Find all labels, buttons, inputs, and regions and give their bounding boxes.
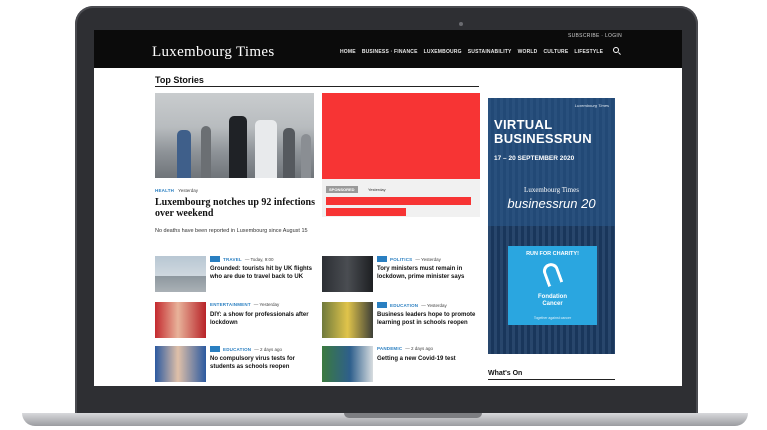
nav-item-world[interactable]: WORLD [518,49,538,55]
ad-headline-bar [326,208,406,216]
story-headline[interactable]: Tory ministers must remain in lockdown, … [377,265,485,281]
category-label[interactable]: HEALTH [155,188,174,193]
story-meta: TRAVEL — Today, 9:00 [210,256,273,262]
laptop-base [22,413,748,426]
story-item[interactable]: EDUCATION — Yesterday Business leaders h… [322,302,482,342]
figure [229,116,247,178]
banner-title-line: BUSINESSRUN [494,131,592,146]
category-label[interactable]: ENTERTAINMENT [210,302,251,307]
banner-title-line: VIRTUAL [494,117,553,132]
date-label: Yesterday [178,188,198,193]
sponsored-badge: SPONSORED [326,186,358,193]
story-thumbnail [322,346,373,382]
lead-story-summary: No deaths have been reported in Luxembou… [155,228,308,234]
figure [201,126,211,178]
date-label: — Yesterday [415,256,441,262]
story-thumbnail [322,302,373,338]
search-icon[interactable] [613,47,619,53]
whats-on-heading: What's On [488,370,523,377]
category-badge-icon [210,346,220,352]
main-nav: HOME BUSINESS · FINANCE LUXEMBOURG SUSTA… [340,49,603,55]
category-badge-icon [377,256,387,262]
charity-footer: Together against cancer [533,316,572,320]
banner-title: VIRTUAL BUSINESSRUN [494,118,592,146]
charity-org-line: Fondation [538,294,567,300]
lead-story-image[interactable] [155,93,314,178]
site-logo[interactable]: Luxembourg Times [152,44,274,61]
story-meta: PANDEMIC — 2 days ago [377,346,433,351]
story-headline[interactable]: Business leaders hope to promote learnin… [377,311,485,327]
nav-item-luxembourg[interactable]: LUXEMBOURG [424,49,462,55]
figure [255,120,277,178]
banner-small-logo: Luxembourg Times [574,103,609,108]
laptop-notch [344,413,482,418]
date-label: — 2 days ago [405,346,434,351]
charity-org-line: Cancer [542,301,563,307]
section-divider [155,86,479,87]
nav-item-lifestyle[interactable]: LIFESTYLE [574,49,603,55]
banner-businessrun-logo: businessrun 20 [507,196,596,211]
businessrun-banner-ad[interactable]: Luxembourg Times VIRTUAL BUSINESSRUN 17 … [488,98,615,354]
nav-item-home[interactable]: HOME [340,49,356,55]
story-item[interactable]: PANDEMIC — 2 days ago Getting a new Covi… [322,346,482,386]
camera-icon [459,22,463,26]
story-headline[interactable]: No compulsory virus tests for students a… [210,355,318,371]
ad-image[interactable] [322,93,480,179]
site-header: Luxembourg Times SUBSCRIBE · LOGIN HOME … [94,30,682,68]
story-meta: EDUCATION — 2 days ago [210,346,282,352]
date-label: — 2 days ago [254,346,282,352]
ribbon-icon [540,260,564,288]
nav-item-culture[interactable]: CULTURE [543,49,568,55]
section-title: Top Stories [155,75,204,85]
story-item[interactable]: ENTERTAINMENT — Yesterday DIY: a show fo… [155,302,315,342]
story-thumbnail [322,256,373,292]
figure [177,130,191,178]
story-meta: POLITICS — Yesterday [377,256,441,262]
date-label: — Today, 9:00 [244,256,274,262]
story-item[interactable]: EDUCATION — 2 days ago No compulsory vir… [155,346,315,386]
story-thumbnail [155,302,206,338]
story-headline[interactable]: Getting a new Covid-19 test [377,355,485,363]
category-label[interactable]: TRAVEL [223,257,242,262]
banner-dates: 17 – 20 SEPTEMBER 2020 [494,155,575,162]
charity-org: Fondation Cancer [508,294,597,308]
story-meta: EDUCATION — Yesterday [377,302,447,308]
date-label: — Yesterday [253,302,280,307]
story-thumbnail [155,256,206,292]
story-item[interactable]: TRAVEL — Today, 9:00 Grounded: tourists … [155,256,315,296]
category-label[interactable]: PANDEMIC [377,346,402,351]
story-item[interactable]: POLITICS — Yesterday Tory ministers must… [322,256,482,296]
charity-box[interactable]: RUN FOR CHARITY! Fondation Cancer Togeth… [508,246,597,325]
whats-on-divider [488,379,615,380]
charity-title: RUN FOR CHARITY! [526,251,579,257]
category-badge-icon [377,302,387,308]
category-label[interactable]: EDUCATION [223,347,251,352]
date-label: Yesterday [368,187,386,192]
story-headline[interactable]: Grounded: tourists hit by UK flights who… [210,265,318,281]
category-badge-icon [210,256,220,262]
story-thumbnail [155,346,206,382]
banner-lt-logo: Luxembourg Times [524,186,579,194]
browser-screen: Luxembourg Times SUBSCRIBE · LOGIN HOME … [94,30,682,386]
lead-story-headline[interactable]: Luxembourg notches up 92 infections over… [155,197,315,219]
story-headline[interactable]: DIY: a show for professionals after lock… [210,311,318,327]
figure [301,134,311,178]
ad-headline-bar [326,197,471,205]
nav-item-business[interactable]: BUSINESS · FINANCE [362,49,418,55]
category-label[interactable]: POLITICS [390,257,412,262]
category-label[interactable]: EDUCATION [390,303,418,308]
subscribe-login-link[interactable]: SUBSCRIBE · LOGIN [568,33,622,39]
story-meta: ENTERTAINMENT — Yesterday [210,302,279,307]
lead-story-meta: HEALTH Yesterday [155,188,198,193]
nav-item-sustainability[interactable]: SUSTAINABILITY [468,49,512,55]
figure [283,128,295,178]
ad-card[interactable]: SPONSORED Yesterday [322,179,480,217]
date-label: — Yesterday [421,302,447,308]
